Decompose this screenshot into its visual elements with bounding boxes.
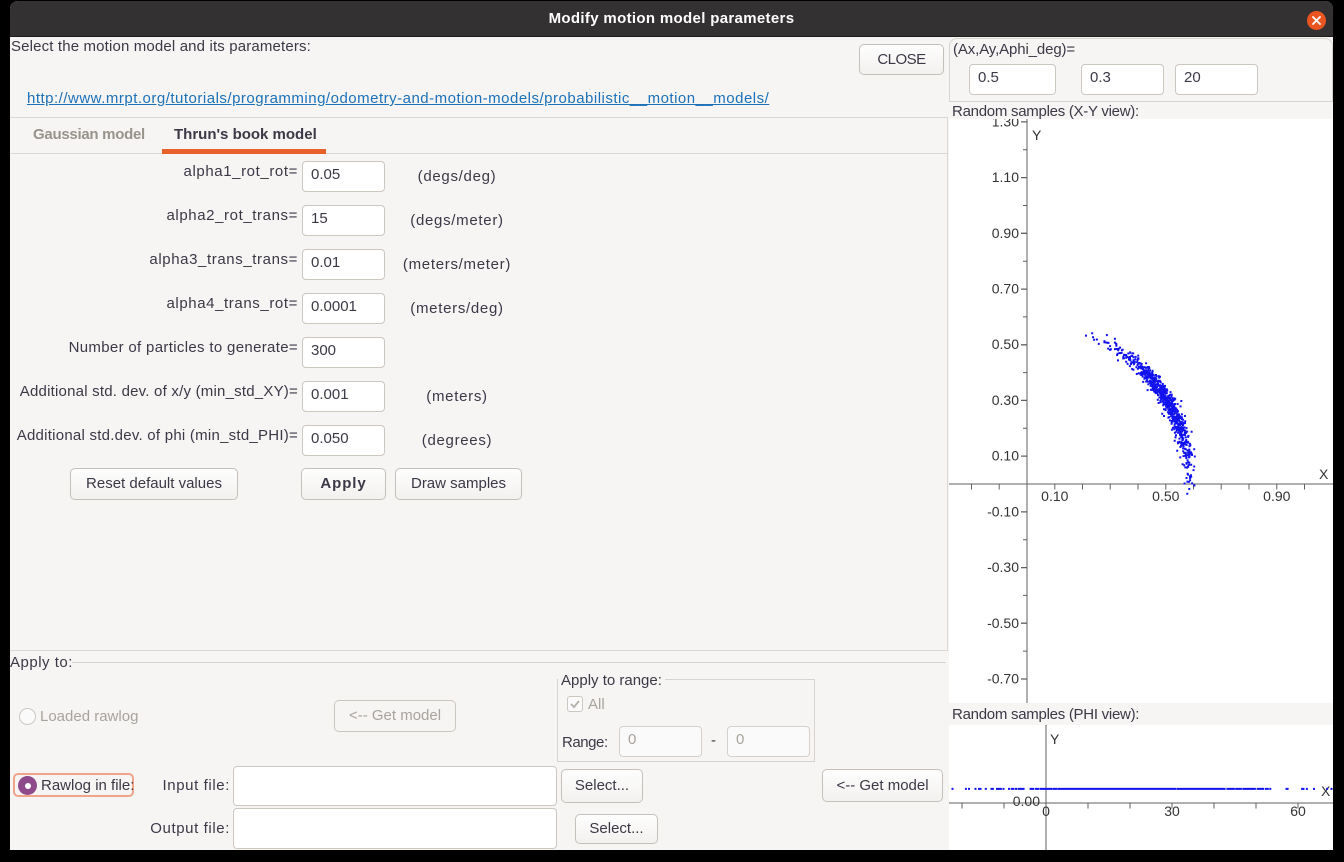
svg-text:0.90: 0.90: [1263, 488, 1290, 504]
svg-text:0.10: 0.10: [1041, 488, 1068, 504]
svg-text:X: X: [1321, 783, 1331, 799]
svg-text:-0.10: -0.10: [987, 503, 1019, 519]
svg-text:0.50: 0.50: [1152, 488, 1179, 504]
svg-text:60: 60: [1290, 803, 1306, 819]
svg-text:-0.50: -0.50: [987, 615, 1019, 631]
svg-text:-0.30: -0.30: [987, 559, 1019, 575]
svg-text:30: 30: [1164, 803, 1180, 819]
svg-text:0.70: 0.70: [992, 281, 1019, 297]
svg-text:0.90: 0.90: [992, 225, 1019, 241]
svg-text:1.30: 1.30: [992, 119, 1019, 129]
svg-text:X: X: [1319, 466, 1329, 482]
svg-text:0: 0: [1042, 803, 1050, 819]
svg-text:Y: Y: [1032, 127, 1042, 143]
svg-text:0.00: 0.00: [1013, 793, 1040, 809]
svg-text:-0.70: -0.70: [987, 671, 1019, 687]
svg-text:Y: Y: [1050, 731, 1060, 747]
svg-text:1.10: 1.10: [992, 169, 1019, 185]
svg-text:0.30: 0.30: [992, 392, 1019, 408]
svg-text:0.10: 0.10: [992, 448, 1019, 464]
svg-text:0.50: 0.50: [992, 336, 1019, 352]
